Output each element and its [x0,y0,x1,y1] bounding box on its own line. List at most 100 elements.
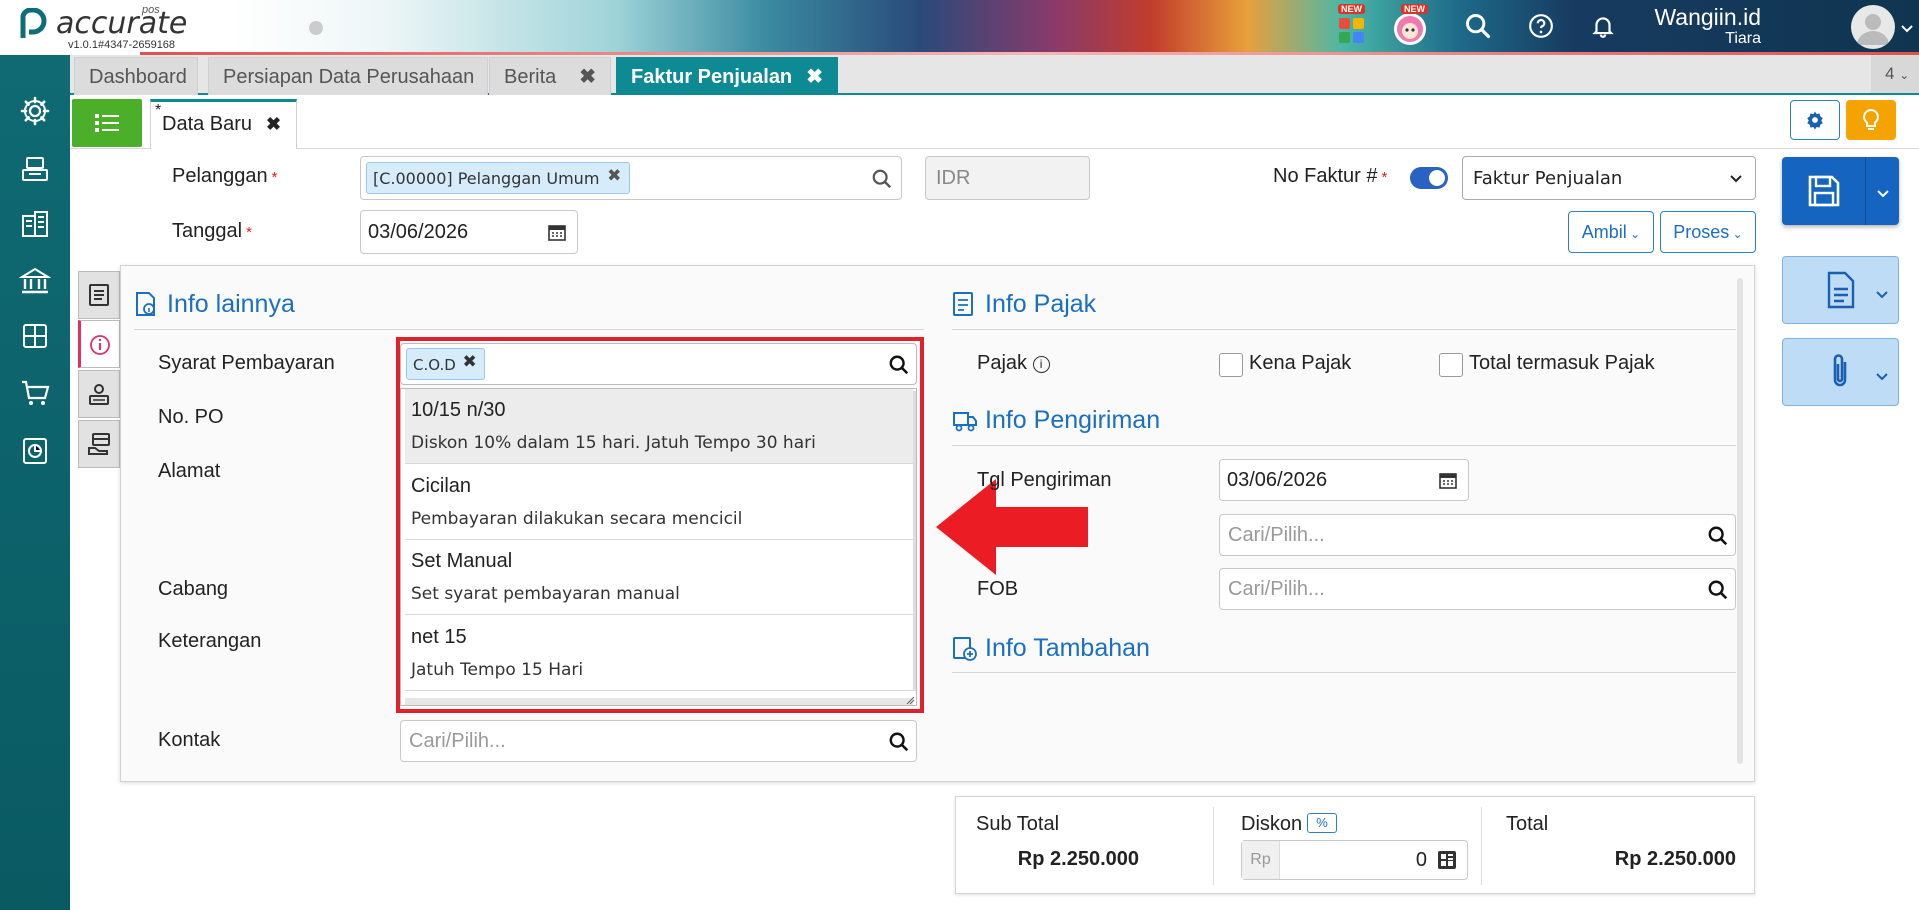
proses-button[interactable]: Proses ⌄ [1660,211,1756,253]
no-faktur-select[interactable]: Faktur Penjualan [1462,156,1756,200]
side-tab-info[interactable] [78,320,120,368]
search-icon[interactable] [888,731,910,753]
dropdown-option[interactable]: Set Manual Set syarat pembayaran manual [405,540,913,615]
chevron-down-icon: ⌄ [1899,68,1910,82]
calendar-icon[interactable] [547,222,567,242]
bell-icon[interactable] [1590,13,1616,39]
attachment-button[interactable] [1782,338,1899,406]
subtotal-label: Sub Total [976,813,1060,835]
sub-toolbar: * Data Baru ✖ [70,97,1919,149]
logo-mark-icon [20,8,47,38]
help-icon[interactable] [1528,13,1554,39]
search-icon[interactable] [1707,525,1729,547]
gear-icon[interactable] [19,95,51,127]
tgl-pengiriman-field[interactable]: 03/06/2026 [1219,459,1469,501]
accurate-logo[interactable]: accurate pos v1.0.1#4347-2659168 [18,4,187,51]
report-icon[interactable] [19,435,51,467]
tab-label: Berita [504,66,557,88]
option-desc: Jatuh Tempo 15 Hari [411,660,584,680]
totals-panel: Sub Total Rp 2.250.000 Diskon % Rp 0 Tot… [955,796,1755,894]
syarat-dropdown-list: 10/15 n/30 Diskon 10% dalam 15 hari. Jatu… [400,388,917,706]
side-tab-detail[interactable] [78,271,120,319]
chevron-down-icon [1877,190,1889,198]
close-icon[interactable]: ✖ [266,114,281,135]
subtab-data-baru[interactable]: * Data Baru ✖ [150,99,297,149]
document-lines-icon [89,284,109,306]
keterangan-label: Keterangan [158,630,262,652]
auto-number-toggle[interactable] [1410,167,1448,189]
resize-handle-icon[interactable] [905,695,915,705]
pengiriman-field[interactable]: Cari/Pilih... [1219,514,1736,556]
syarat-pembayaran-field[interactable]: C.O.D ✖ [400,343,917,385]
tab-berita[interactable]: Berita ✖ [489,57,611,95]
settings-button[interactable] [1790,100,1840,140]
list-view-button[interactable] [72,99,142,147]
dropdown-option[interactable]: 10/15 n/30 Diskon 10% dalam 15 hari. Jatu… [405,389,913,464]
money-bag-icon [89,384,109,405]
print-button[interactable] [1782,256,1899,324]
chevron-down-icon[interactable] [1900,22,1914,36]
bank-icon[interactable] [19,265,51,297]
tab-persiapan-data[interactable]: Persiapan Data Perusahaan [208,57,488,95]
calculator-icon[interactable] [1437,850,1457,870]
side-tab-payment[interactable] [78,370,120,418]
search-icon[interactable] [888,354,910,376]
diskon-percent-toggle[interactable]: % [1307,813,1337,833]
cashier-icon[interactable] [19,152,51,184]
calendar-icon[interactable] [1438,470,1458,490]
mascot-button[interactable]: NEW [1393,4,1429,45]
tanggal-label: Tanggal * [172,220,252,243]
currency-value: IDR [936,167,971,189]
document-icon [1827,271,1855,309]
diskon-field[interactable]: Rp 0 [1241,840,1468,880]
header-dot [309,21,323,35]
tab-count: 4 [1885,64,1895,83]
pelanggan-chip[interactable]: [C.00000] Pelanggan Umum ✖ [366,162,631,194]
close-icon[interactable]: ✖ [607,166,621,186]
close-icon[interactable]: ✖ [579,58,596,96]
tanggal-field[interactable]: 03/06/2026 [360,210,578,254]
syarat-chip[interactable]: C.O.D ✖ [406,348,485,380]
tab-faktur-penjualan[interactable]: Faktur Penjualan ✖ [616,57,838,95]
apps-button[interactable]: NEW [1336,4,1368,43]
ambil-button[interactable]: Ambil ⌄ [1568,211,1654,253]
side-tab-cost[interactable] [78,420,120,468]
diskon-label: Diskon [1241,813,1303,835]
search-icon[interactable] [1464,12,1492,40]
save-icon[interactable] [1806,173,1842,209]
no-po-label: No. PO [158,406,224,428]
info-icon[interactable]: i [1032,356,1050,373]
option-desc: Pembayaran dilakukan secara mencicil [411,509,743,529]
total-value: Rp 2.250.000 [1614,848,1736,870]
building-icon[interactable] [19,208,51,240]
pelanggan-field[interactable]: [C.00000] Pelanggan Umum ✖ [360,156,902,200]
inventory-icon[interactable] [19,320,51,352]
no-faktur-select-value: Faktur Penjualan [1473,168,1623,189]
pelanggan-label: Pelanggan * [172,165,278,188]
search-icon[interactable] [871,168,893,190]
tab-bar: Dashboard Persiapan Data Perusahaan Beri… [70,55,1919,95]
fob-field[interactable]: Cari/Pilih... [1219,568,1736,610]
user-company[interactable]: Wangiin.id [1654,4,1761,31]
avatar[interactable] [1851,5,1895,49]
tab-dashboard[interactable]: Dashboard [74,57,198,95]
dropdown-option[interactable]: Cicilan Pembayaran dilakukan secara menci… [405,465,913,540]
dropdown-option[interactable]: net 15 Jatuh Tempo 15 Hari [405,616,913,691]
column-divider [1481,807,1482,885]
kontak-field[interactable]: Cari/Pilih... [400,720,917,762]
tips-button[interactable] [1846,100,1896,140]
close-icon[interactable]: ✖ [806,58,823,96]
gear-icon [1807,111,1823,130]
panel-scrollbar[interactable] [1737,278,1743,764]
search-icon[interactable] [1707,579,1729,601]
cart-icon[interactable] [19,377,51,409]
total-termasuk-pajak-checkbox[interactable] [1439,353,1463,377]
close-icon[interactable]: ✖ [463,352,477,372]
tab-count-dropdown[interactable]: 4 ⌄ [1871,55,1919,93]
option-title: 10/15 n/30 [411,399,506,421]
save-dropdown-button[interactable] [1865,157,1899,225]
version-text: v1.0.1#4347-2659168 [68,39,176,51]
dropdown-scrollbar[interactable] [913,391,916,691]
list-icon [95,114,119,132]
kena-pajak-checkbox[interactable] [1219,353,1243,377]
